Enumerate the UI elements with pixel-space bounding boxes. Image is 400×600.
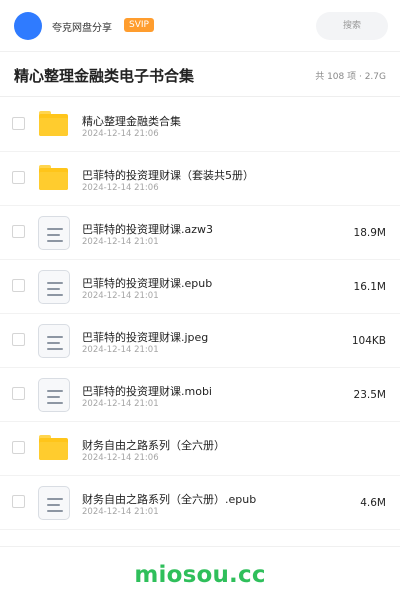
select-checkbox[interactable] xyxy=(12,495,25,508)
document-icon xyxy=(38,216,70,250)
avatar[interactable] xyxy=(14,12,42,40)
item-size: 18.9M xyxy=(353,227,386,239)
item-name: 财务自由之路系列（全六册）.epub xyxy=(82,493,257,506)
item-date: 2024-12-14 21:01 xyxy=(82,291,159,301)
item-size: 104KB xyxy=(351,335,386,347)
select-checkbox[interactable] xyxy=(12,171,25,184)
list-item[interactable]: 巴菲特的投资理财课（套装共5册） 2024-12-14 21:06 xyxy=(0,152,400,206)
watermark: miosou.cc xyxy=(134,562,266,588)
folder-icon xyxy=(38,162,70,196)
item-date: 2024-12-14 21:06 xyxy=(82,129,159,139)
item-size: 16.1M xyxy=(353,281,386,293)
folder-icon xyxy=(38,108,70,142)
list-item[interactable]: 精心整理金融类合集 2024-12-14 21:06 xyxy=(0,98,400,152)
select-checkbox[interactable] xyxy=(12,279,25,292)
item-date: 2024-12-14 21:01 xyxy=(82,507,159,517)
item-size: 23.5M xyxy=(353,389,386,401)
page-title: 精心整理金融类电子书合集 xyxy=(14,67,195,85)
item-name: 精心整理金融类合集 xyxy=(82,115,181,128)
list-item[interactable]: 巴菲特的投资理财课.mobi 2024-12-14 21:01 23.5M xyxy=(0,368,400,422)
search-button[interactable]: 搜索 xyxy=(316,12,388,40)
select-checkbox[interactable] xyxy=(12,225,25,238)
item-date: 2024-12-14 21:06 xyxy=(82,183,159,193)
divider xyxy=(0,546,400,547)
item-date: 2024-12-14 21:01 xyxy=(82,399,159,409)
select-checkbox[interactable] xyxy=(12,117,25,130)
share-source-name: 夸克网盘分享 xyxy=(52,23,112,34)
list-item[interactable]: 财务自由之路系列（全六册） 2024-12-14 21:06 xyxy=(0,422,400,476)
document-icon xyxy=(38,324,70,358)
folder-meta: 共 108 项 · 2.7G xyxy=(315,72,386,82)
item-name: 巴菲特的投资理财课.jpeg xyxy=(82,331,209,344)
list-item[interactable]: 巴菲特的投资理财课.azw3 2024-12-14 21:01 18.9M xyxy=(0,206,400,260)
item-name: 巴菲特的投资理财课.epub xyxy=(82,277,213,290)
item-date: 2024-12-14 21:01 xyxy=(82,345,159,355)
item-name: 财务自由之路系列（全六册） xyxy=(82,439,225,452)
folder-icon xyxy=(38,432,70,466)
list-item[interactable]: 巴菲特的投资理财课.jpeg 2024-12-14 21:01 104KB xyxy=(0,314,400,368)
document-icon xyxy=(38,270,70,304)
top-bar: 夸克网盘分享 SVIP 搜索 xyxy=(0,0,400,52)
file-list: 精心整理金融类合集 2024-12-14 21:06 巴菲特的投资理财课（套装共5册… xyxy=(0,98,400,530)
item-name: 巴菲特的投资理财课.azw3 xyxy=(82,223,214,236)
item-size: 4.6M xyxy=(360,497,386,509)
svip-badge: SVIP xyxy=(124,18,154,32)
item-name: 巴菲特的投资理财课.mobi xyxy=(82,385,212,398)
item-date: 2024-12-14 21:01 xyxy=(82,237,159,247)
item-date: 2024-12-14 21:06 xyxy=(82,453,159,463)
document-icon xyxy=(38,486,70,520)
document-icon xyxy=(38,378,70,412)
select-checkbox[interactable] xyxy=(12,333,25,346)
select-checkbox[interactable] xyxy=(12,387,25,400)
list-item[interactable]: 巴菲特的投资理财课.epub 2024-12-14 21:01 16.1M xyxy=(0,260,400,314)
folder-header: 精心整理金融类电子书合集 共 108 项 · 2.7G xyxy=(0,53,400,97)
select-checkbox[interactable] xyxy=(12,441,25,454)
list-item[interactable]: 财务自由之路系列（全六册）.epub 2024-12-14 21:01 4.6M xyxy=(0,476,400,530)
item-name: 巴菲特的投资理财课（套装共5册） xyxy=(82,169,254,182)
